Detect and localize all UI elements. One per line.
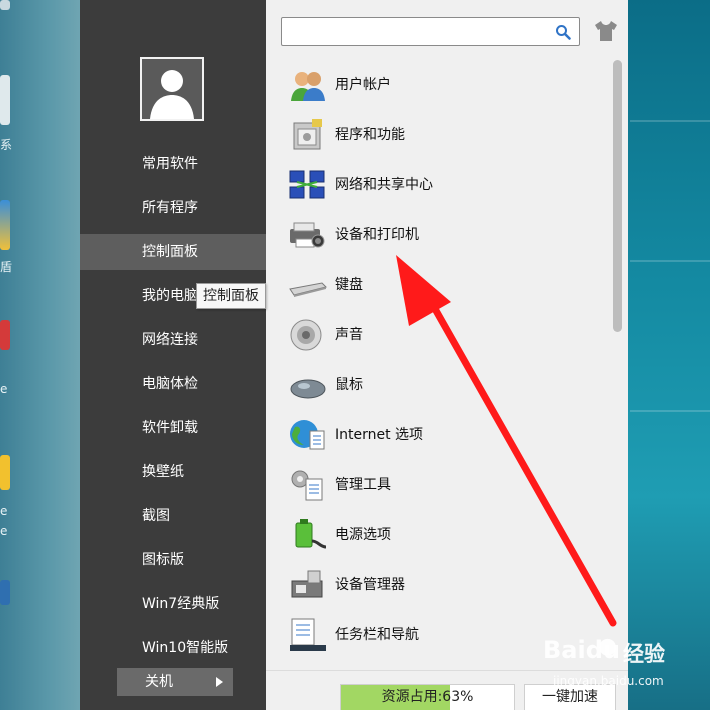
search-icon[interactable] — [555, 24, 571, 40]
desktop-icon-label: e — [0, 382, 8, 396]
nav-item-network[interactable]: 网络连接 — [80, 322, 266, 358]
desktop-icon[interactable] — [0, 0, 10, 10]
cp-item-user-accounts[interactable]: 用户帐户 — [286, 60, 616, 110]
wallpaper-wave — [630, 260, 710, 262]
cp-item-label: 设备管理器 — [335, 577, 405, 593]
cp-item-devices-printers[interactable]: 设备和打印机 — [286, 210, 616, 260]
desktop-icon-label: 系 — [0, 138, 13, 152]
keyboard-icon — [289, 282, 327, 297]
devices-printers-icon — [290, 222, 325, 248]
desktop-left-strip: 系 盾 e e e — [0, 0, 80, 710]
cp-item-label: 鼠标 — [335, 377, 363, 393]
cp-item-sound[interactable]: 声音 — [286, 310, 616, 360]
user-accounts-icon — [291, 72, 325, 101]
cp-item-power-options[interactable]: 电源选项 — [286, 510, 616, 560]
cp-item-label: 网络和共享中心 — [335, 177, 433, 193]
desktop-icon[interactable] — [0, 200, 10, 250]
cp-item-label: 声音 — [335, 327, 363, 343]
cp-item-label: 管理工具 — [335, 477, 391, 493]
cp-item-device-manager[interactable]: 设备管理器 — [286, 560, 616, 610]
desktop-icon-label: e — [0, 504, 8, 518]
cp-item-label: Internet 选项 — [335, 427, 424, 443]
baidu-paw-icon: ● — [598, 634, 618, 659]
menu-left-pane: 常用软件 所有程序 控制面板 我的电脑 网络连接 电脑体检 软件卸载 换壁纸 截… — [80, 0, 266, 710]
user-avatar-icon — [150, 70, 194, 119]
cp-item-programs-features[interactable]: 程序和功能 — [286, 110, 616, 160]
network-sharing-icon — [289, 170, 325, 199]
search-box[interactable] — [281, 17, 580, 46]
watermark-suffix: 经验 — [623, 642, 665, 666]
cp-item-label: 程序和功能 — [335, 127, 405, 143]
desktop-icon[interactable] — [0, 455, 10, 490]
nav-item-uninstall[interactable]: 软件卸载 — [80, 410, 266, 446]
cp-item-label: 任务栏和导航 — [335, 627, 419, 643]
nav-item-wallpaper[interactable]: 换壁纸 — [80, 454, 266, 490]
search-input[interactable] — [286, 21, 546, 42]
list-scrollbar[interactable] — [613, 60, 622, 660]
nav-item-control-panel[interactable]: 控制面板 — [80, 234, 266, 270]
resource-usage-meter: 资源占用:63% — [340, 684, 515, 710]
sound-icon — [290, 319, 322, 351]
shutdown-label: 关机 — [145, 674, 173, 690]
cp-item-admin-tools[interactable]: 管理工具 — [286, 460, 616, 510]
cp-item-keyboard[interactable]: 键盘 — [286, 260, 616, 310]
nav-item-win7-classic[interactable]: Win7经典版 — [80, 586, 266, 622]
desktop-icon-label: 盾 — [0, 260, 13, 274]
shutdown-options-arrow-icon[interactable] — [216, 677, 223, 687]
desktop-icon-label: e — [0, 524, 8, 538]
cp-item-label: 用户帐户 — [335, 77, 391, 93]
nav-item-icon-view[interactable]: 图标版 — [80, 542, 266, 578]
nav-item-win10-smart[interactable]: Win10智能版 — [80, 630, 266, 666]
admin-tools-icon — [291, 470, 323, 501]
nav-item-screenshot[interactable]: 截图 — [80, 498, 266, 534]
programs-features-icon — [293, 119, 322, 150]
baidu-jingyan-watermark: Baidu ● 经验 jingyan.baidu.com — [543, 632, 703, 694]
cp-item-network-sharing[interactable]: 网络和共享中心 — [286, 160, 616, 210]
watermark-url: jingyan.baidu.com — [553, 674, 664, 688]
tooltip-control-panel: 控制面板 — [196, 283, 266, 309]
cp-item-label: 键盘 — [335, 277, 363, 293]
nav-item-common-software[interactable]: 常用软件 — [80, 146, 266, 182]
power-options-icon — [295, 519, 327, 549]
cp-item-mouse[interactable]: 鼠标 — [286, 360, 616, 410]
scrollbar-thumb[interactable] — [613, 60, 622, 332]
taskbar-nav-icon — [290, 618, 326, 651]
nav-item-all-programs[interactable]: 所有程序 — [80, 190, 266, 226]
mouse-icon — [290, 379, 326, 399]
desktop-icon[interactable] — [0, 75, 10, 125]
desktop-icon[interactable] — [0, 580, 10, 605]
wallpaper-wave — [630, 120, 710, 122]
device-manager-icon — [291, 570, 323, 598]
resource-usage-label: 资源占用:63% — [381, 689, 474, 705]
nav-item-pc-checkup[interactable]: 电脑体检 — [80, 366, 266, 402]
desktop-icon[interactable] — [0, 320, 10, 350]
cp-item-internet-options[interactable]: Internet 选项 — [286, 410, 616, 460]
skin-shirt-icon[interactable] — [593, 20, 619, 42]
cp-item-label: 电源选项 — [335, 527, 391, 543]
user-avatar[interactable] — [140, 57, 204, 121]
shutdown-button[interactable]: 关机 — [117, 668, 233, 696]
desktop-wallpaper — [628, 0, 710, 710]
wallpaper-wave — [630, 410, 710, 412]
start-menu: 常用软件 所有程序 控制面板 我的电脑 网络连接 电脑体检 软件卸载 换壁纸 截… — [80, 0, 628, 710]
internet-options-icon — [290, 420, 325, 450]
cp-item-label: 设备和打印机 — [335, 227, 419, 243]
